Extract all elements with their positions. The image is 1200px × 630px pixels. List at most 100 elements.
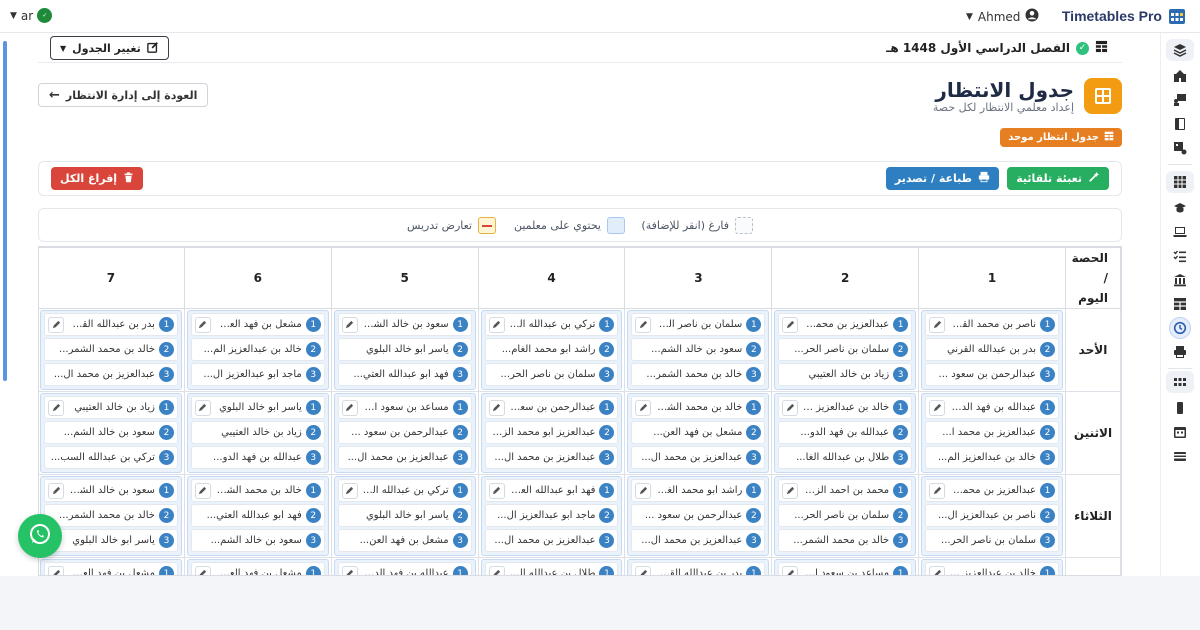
standby-teacher-entry[interactable]: 2 بدر بن عبدالله القرني	[925, 338, 1059, 361]
period-slot-cell[interactable]: 1 خالد بن محمد الشمر... 2 فهد أبو عبدالله ا…	[183, 474, 332, 558]
period-slot-cell[interactable]: 1 عبدالعزيز بن محمد ال... 2 ناصر بن عبدالعز…	[918, 474, 1066, 558]
standby-teacher-entry[interactable]: 3 طلال بن عبدالله الغا...	[778, 446, 913, 469]
pencil-edit-icon[interactable]	[341, 565, 358, 575]
standby-teacher-entry[interactable]: 1تركي بن عبدالله السب...	[484, 313, 619, 336]
pencil-edit-icon[interactable]	[488, 565, 505, 575]
standby-teacher-entry[interactable]: 1 خالد بن محمد الشمر...	[631, 396, 766, 419]
standby-teacher-entry[interactable]: 1محمد بن أحمد الزهرا...	[778, 479, 913, 502]
change-timetable-button[interactable]: تغيير الجدول ▼	[50, 36, 169, 60]
pencil-edit-icon[interactable]	[488, 482, 505, 499]
standby-cell[interactable]: 1 سعود بن خالد الشم... 2 خالد بن محمد الشمر…	[40, 476, 182, 556]
standby-teacher-entry[interactable]: 1 ياسر أبو خالد البلوي	[190, 396, 325, 419]
period-slot-cell[interactable]: 1 عبدالله بن فهد الدو...	[330, 557, 479, 575]
brand[interactable]: Timetables Pro	[1062, 7, 1186, 25]
standby-teacher-entry[interactable]: 1 عبدالعزيز بن محمد ال...	[925, 479, 1059, 502]
standby-teacher-entry[interactable]: 3 عبدالعزيز بن محمد ال...	[631, 446, 766, 469]
standby-teacher-entry[interactable]: 1تركي بن عبدالله السب...	[337, 479, 472, 502]
period-slot-cell[interactable]: 1 سعود بن خالد الشم... 2 ياسر أبو خالد البل…	[330, 308, 479, 392]
standby-cell[interactable]: 1 ياسر أبو خالد البلوي 2 زياد بن خالد العتي…	[186, 393, 329, 473]
pencil-edit-icon[interactable]	[194, 399, 211, 416]
standby-teacher-entry[interactable]: 1 مساعد بن سعود الق...	[778, 562, 913, 575]
period-slot-cell[interactable]: 1تركي بن عبدالله السب...2ياسر أبو خالد ا…	[330, 474, 479, 558]
standby-teacher-entry[interactable]: 3 زياد بن خالد العتيبي	[778, 363, 913, 386]
pencil-edit-icon[interactable]	[341, 316, 358, 333]
institution-icon[interactable]	[1172, 272, 1188, 288]
standby-teacher-entry[interactable]: 2 مشعل بن فهد العن...	[631, 421, 766, 444]
calendar-icon[interactable]	[1172, 424, 1188, 440]
standby-cell[interactable]: 1 عبدالله بن فهد الدو... 2 عبدالعزيز بن محم…	[921, 393, 1063, 473]
book-icon[interactable]	[1172, 116, 1188, 132]
standby-teacher-entry[interactable]: 1 عبدالله بن فهد الدو...	[337, 562, 472, 575]
graduation-cap-icon[interactable]	[1172, 200, 1188, 216]
history-clock-icon[interactable]	[1169, 317, 1191, 339]
standby-teacher-entry[interactable]: 1 زياد بن خالد العتيبي	[44, 396, 178, 419]
standby-teacher-entry[interactable]: 3 خالد بن عبدالعزيز الم...	[925, 446, 1059, 469]
period-slot-cell[interactable]: 1 بدر بن عبدالله القرني	[624, 557, 773, 575]
standby-cell[interactable]: 1 عبدالله بن فهد الدو...	[333, 559, 476, 575]
autofill-button[interactable]: تعبئة تلقائية	[1007, 167, 1109, 190]
period-slot-cell[interactable]: 1 خالد بن عبدالعزيز الم...	[918, 557, 1066, 575]
user-menu[interactable]: ▼ Ahmed	[966, 8, 1039, 25]
pencil-edit-icon[interactable]	[782, 316, 799, 333]
pencil-edit-icon[interactable]	[929, 565, 946, 575]
period-slot-cell[interactable]: 1 مشعل بن فهد العن...	[183, 557, 332, 575]
standby-cell[interactable]: 1 سلمان بن ناصر الحر... 2 سعود بن خالد الشم…	[627, 310, 770, 390]
standby-teacher-entry[interactable]: 1خالد بن عبدالعزيز الم...	[778, 396, 913, 419]
period-slot-cell[interactable]: 1 سلمان بن ناصر الحر... 2 سعود بن خالد الشم…	[624, 308, 773, 392]
standby-teacher-entry[interactable]: 2 ياسر أبو خالد البلوي	[337, 504, 472, 527]
standby-teacher-entry[interactable]: 3 عبدالرحمن بن سعود ...	[925, 363, 1059, 386]
standby-cell[interactable]: 1 مشعل بن فهد العن...	[186, 559, 329, 575]
pencil-edit-icon[interactable]	[782, 399, 799, 416]
period-slot-cell[interactable]: 1 عبدالعزيز بن محمد ا... 2 سلمان بن ناصر ال…	[771, 308, 920, 392]
pencil-edit-icon[interactable]	[341, 482, 358, 499]
standby-cell[interactable]: 1تركي بن عبدالله السب...2راشد أبو محمد ا…	[480, 310, 623, 390]
standby-teacher-entry[interactable]: 3 سلمان بن ناصر الحر...	[925, 529, 1059, 552]
standby-cell[interactable]: 1 عبدالعزيز بن محمد ا... 2 سلمان بن ناصر ال…	[774, 310, 917, 390]
standby-teacher-entry[interactable]: 2 سلمان بن ناصر الحر...	[778, 338, 913, 361]
standby-teacher-entry[interactable]: 3 خالد بن محمد الشمر...	[631, 363, 766, 386]
grid-table-icon[interactable]	[1172, 174, 1188, 190]
standby-teacher-entry[interactable]: 3 عبدالعزيز بن محمد ال...	[631, 529, 766, 552]
pencil-edit-icon[interactable]	[48, 399, 64, 416]
standby-teacher-entry[interactable]: 3 ياسر أبو خالد البلوي	[44, 529, 178, 552]
standby-cell[interactable]: 1تركي بن عبدالله السب...2ياسر أبو خالد ا…	[333, 476, 476, 556]
period-slot-cell[interactable]: 1 مشعل بن فهد العن... 2 خالد بن عبدالعزيز ا…	[183, 308, 332, 392]
pencil-edit-icon[interactable]	[488, 316, 505, 333]
pencil-edit-icon[interactable]	[488, 399, 505, 416]
mobile-icon[interactable]	[1172, 400, 1188, 416]
period-slot-cell[interactable]: 1 فهد أبو عبدالله العتي... 2 ماجد أبو عبدال…	[477, 474, 626, 558]
whatsapp-chat-button[interactable]	[18, 514, 62, 558]
standby-teacher-entry[interactable]: 3 فهد أبو عبدالله العتي...	[337, 363, 472, 386]
printer-icon[interactable]	[1172, 344, 1188, 360]
standby-cell[interactable]: 1 ناصر بن محمد القح... 2 بدر بن عبدالله الق…	[921, 310, 1063, 390]
standby-cell[interactable]: 1 بدر بن عبدالله القرني	[627, 559, 770, 575]
standby-teacher-entry[interactable]: 1 سعود بن خالد الشم...	[44, 479, 178, 502]
standby-teacher-entry[interactable]: 2 سعود بن خالد الشم...	[44, 421, 178, 444]
school-icon[interactable]	[1172, 68, 1188, 84]
period-slot-cell[interactable]: 1 مشعل بن فهد العن...	[39, 557, 185, 575]
standby-teacher-entry[interactable]: 2 سعود بن خالد الشم...	[631, 338, 766, 361]
period-slot-cell[interactable]: 1 ياسر أبو خالد البلوي 2 زياد بن خالد العتي…	[183, 391, 332, 475]
print-export-button[interactable]: طباعة / تصدير	[885, 167, 999, 190]
standby-cell[interactable]: 1 خالد بن عبدالعزيز الم...	[921, 559, 1063, 575]
scrollbar-thumb[interactable]	[3, 41, 7, 381]
standby-teacher-entry[interactable]: 2 ياسر أبو خالد البلوي	[337, 338, 472, 361]
standby-cell[interactable]: 1 مشعل بن فهد العن... 2 خالد بن عبدالعزيز ا…	[186, 310, 329, 390]
standby-cell[interactable]: 1 طلال بن عبدالله الغا...	[480, 559, 623, 575]
pencil-edit-icon[interactable]	[782, 565, 799, 575]
standby-teacher-entry[interactable]: 1 ناصر بن محمد القح...	[925, 313, 1059, 336]
layers-icon[interactable]	[1172, 42, 1188, 58]
standby-teacher-entry[interactable]: 3 ماجد أبو عبدالعزيز ال...	[190, 363, 325, 386]
laptop-icon[interactable]	[1172, 224, 1188, 240]
standby-teacher-entry[interactable]: 1 فهد أبو عبدالله العتي...	[484, 479, 619, 502]
standby-teacher-entry[interactable]: 2 راشد أبو محمد الغام...	[484, 338, 619, 361]
standby-teacher-entry[interactable]: 2 عبدالله بن فهد الدو...	[778, 421, 913, 444]
standby-teacher-entry[interactable]: 2 عبدالعزيز بن محمد ا...	[925, 421, 1059, 444]
standby-cell[interactable]: 1 بدر بن عبدالله القرني 2 خالد بن محمد الشم…	[40, 310, 182, 390]
standby-teacher-entry[interactable]: 3 مشعل بن فهد العن...	[337, 529, 472, 552]
standby-cell[interactable]: 1 عبدالعزيز بن محمد ال... 2 ناصر بن عبدالعز…	[921, 476, 1063, 556]
standby-cell[interactable]: 1 خالد بن محمد الشمر... 2 فهد أبو عبدالله ا…	[186, 476, 329, 556]
standby-teacher-entry[interactable]: 2 عبدالرحمن بن سعود ...	[631, 504, 766, 527]
standby-teacher-entry[interactable]: 1خالد بن عبدالعزيز الم...	[925, 562, 1059, 575]
standby-cell[interactable]: 1 خالد بن محمد الشمر... 2 مشعل بن فهد العن.…	[627, 393, 770, 473]
